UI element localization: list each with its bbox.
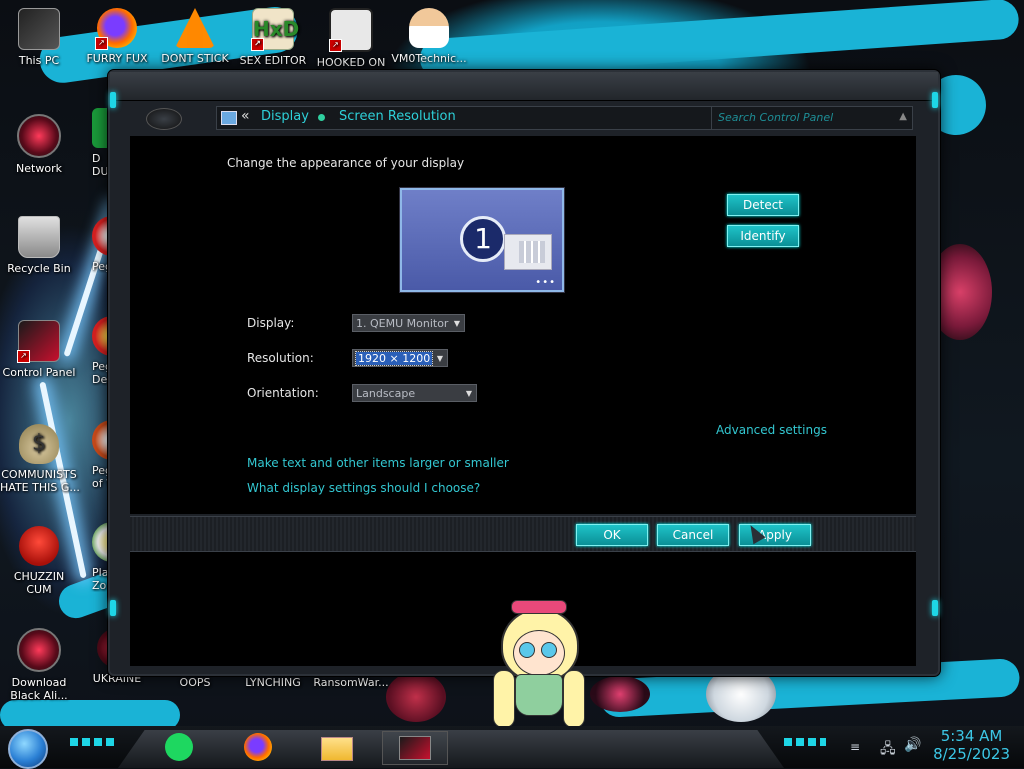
desktop-icon-label: COMMUNISTS HATE THIS G...: [0, 468, 80, 494]
notes-app-icon[interactable]: [162, 731, 196, 763]
desktop-icon-label: Recycle Bin: [7, 262, 71, 275]
hxd-icon: HxD ↗: [251, 8, 299, 51]
advanced-settings-link[interactable]: Advanced settings: [716, 423, 827, 437]
desktop-icon-sex-editor[interactable]: HxD ↗ SEX EDITOR: [234, 8, 312, 67]
wallpaper-sneaker: [386, 672, 446, 722]
desktop-icon-ransomware[interactable]: RansomWar...: [312, 676, 390, 689]
cartoon-character-image: [493, 600, 585, 728]
display-help-link[interactable]: What display settings should I choose?: [247, 481, 480, 495]
desktop-icon-label: LYNCHING: [245, 676, 301, 689]
desktop-icon-chuzzin[interactable]: CHUZZIN CUM: [0, 526, 78, 596]
desktop-icon-hooked-on[interactable]: ↗ HOOKED ON: [312, 8, 390, 69]
nav-orb-icon[interactable]: [146, 108, 182, 130]
desktop-icon-label: CHUZZIN CUM: [13, 570, 65, 596]
vlc-icon: [175, 8, 215, 48]
desktop-icon-lynching[interactable]: LYNCHING: [234, 676, 312, 689]
network-tray-icon[interactable]: 🖧: [880, 738, 896, 762]
search-input[interactable]: Search Control Panel ▲: [711, 106, 913, 130]
display-select-value: 1. QEMU Monitor: [356, 317, 449, 330]
monitor-preview[interactable]: 1 •••: [400, 188, 564, 292]
desktop-icon-dont-stick[interactable]: DONT STICK: [156, 8, 234, 65]
display-label: Display:: [247, 316, 295, 330]
desktop-icon-label: Download Black Ali...: [10, 676, 68, 702]
control-panel-icon: ↗: [17, 320, 60, 363]
resolution-select[interactable]: 1920 × 1200 ▼: [352, 349, 448, 367]
network-icon: [17, 114, 61, 158]
clock-time: 5:34 AM: [940, 727, 1003, 745]
firefox-icon: ↗: [95, 8, 137, 50]
start-button[interactable]: [8, 729, 48, 769]
monitor-dots: •••: [535, 277, 556, 288]
desktop-icon-download-black[interactable]: Download Black Ali...: [0, 628, 78, 702]
desktop-icon-control-panel[interactable]: ↗ Control Panel: [0, 320, 78, 379]
taskbar-clock[interactable]: 5:34 AM 8/25/2023: [933, 727, 1010, 763]
search-placeholder: Search Control Panel: [718, 111, 834, 124]
window-accent: [932, 600, 938, 616]
desktop-icon-label: RansomWar...: [313, 676, 389, 689]
text-size-link[interactable]: Make text and other items larger or smal…: [247, 456, 509, 470]
window-title-bar[interactable]: [110, 72, 938, 101]
monitor-number-badge: 1: [460, 216, 506, 262]
page-heading: Change the appearance of your display: [227, 156, 465, 170]
chevron-down-icon: ▼: [465, 389, 472, 398]
desktop-icon-oops[interactable]: OOPS: [156, 676, 234, 689]
window-accent: [932, 92, 938, 108]
chevron-down-icon: ▼: [436, 354, 443, 363]
display-select[interactable]: 1. QEMU Monitor ▼: [352, 314, 465, 332]
volume-icon[interactable]: 🔊: [904, 737, 921, 753]
desktop-icon-label: OOPS: [179, 676, 211, 689]
resolution-select-value: 1920 × 1200: [354, 351, 434, 366]
desktop-icon-furry-fux[interactable]: ↗ FURRY FUX: [78, 8, 156, 65]
resolution-label: Resolution:: [247, 351, 314, 365]
control-panel-taskbar-icon[interactable]: [382, 731, 448, 765]
desktop-icon-label: VM0Technic...: [391, 52, 467, 65]
breadcrumb-separator-icon: [318, 114, 325, 121]
taskbar-center: [118, 730, 784, 768]
desktop-icon-label: HOOKED ON: [316, 56, 386, 69]
app-icon: ↗: [329, 8, 373, 52]
back-chevron-icon[interactable]: «: [241, 108, 250, 124]
desktop-icon-label: SEX EDITOR: [239, 54, 307, 67]
window-preview-icon: [504, 234, 552, 270]
orientation-select-value: Landscape: [356, 387, 416, 400]
desktop-icon-label: Network: [16, 162, 62, 175]
breadcrumb-screen-resolution[interactable]: Screen Resolution: [339, 109, 456, 124]
orientation-label: Orientation:: [247, 386, 319, 400]
money-bag-icon: $: [19, 424, 59, 464]
recycle-bin-icon: [18, 216, 60, 258]
desktop-icon-label: Control Panel: [2, 366, 76, 379]
window-accent: [110, 92, 116, 108]
desktop-icon-vm0technic[interactable]: VM0Technic...: [390, 8, 468, 65]
wallpaper-sneaker: [590, 676, 650, 712]
desktop-icon-label: FURRY FUX: [86, 52, 148, 65]
wallpaper-brush-stroke: [418, 0, 1020, 80]
taskbar-accent: [70, 738, 116, 746]
desktop-icon-network[interactable]: Network: [0, 114, 78, 175]
detect-button[interactable]: Detect: [727, 194, 799, 216]
search-icon[interactable]: ▲: [899, 111, 907, 122]
display-icon: [221, 111, 237, 125]
this-pc-icon: [18, 8, 60, 50]
ok-button[interactable]: OK: [576, 524, 648, 546]
doctor-icon: [409, 8, 449, 48]
breadcrumb-display[interactable]: Display: [261, 109, 309, 124]
desktop-icon-this-pc[interactable]: This PC: [0, 8, 78, 67]
file-explorer-icon[interactable]: [318, 731, 353, 763]
firefox-taskbar-icon[interactable]: [241, 731, 275, 763]
orientation-select[interactable]: Landscape ▼: [352, 384, 477, 402]
tray-menu-icon[interactable]: ≡: [850, 740, 860, 754]
cancel-button[interactable]: Cancel: [657, 524, 729, 546]
desktop-icon-recycle-bin[interactable]: Recycle Bin: [0, 216, 78, 275]
orb-icon: [17, 628, 61, 672]
identify-button[interactable]: Identify: [727, 225, 799, 247]
desktop-icon-label: This PC: [18, 54, 60, 67]
desktop-icon-communists[interactable]: $ COMMUNISTS HATE THIS G...: [0, 424, 80, 494]
clock-date: 8/25/2023: [933, 745, 1010, 763]
desktop-icon-label: DONT STICK: [161, 52, 229, 65]
window-accent: [110, 600, 116, 616]
chuzzle-icon: [19, 526, 59, 566]
screen-resolution-window: « Display Screen Resolution ▾ ↻ Search C…: [108, 70, 940, 676]
chevron-down-icon: ▼: [453, 319, 460, 328]
taskbar-accent: [784, 738, 826, 746]
